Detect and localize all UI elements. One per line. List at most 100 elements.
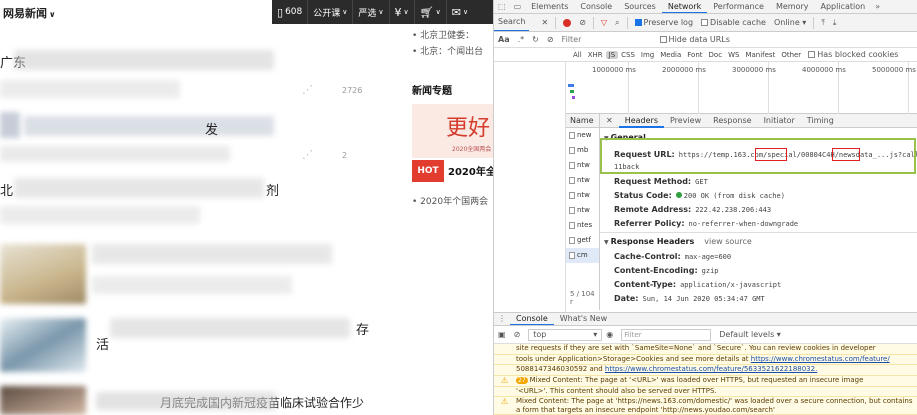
clear-console-icon[interactable]: ⊘ [510,330,525,339]
console-filter-field[interactable]: Filter [617,328,715,341]
more-tabs-icon[interactable]: » [871,0,884,13]
tab-sources[interactable]: Sources [618,0,662,13]
tab-initiator[interactable]: Initiator [758,114,801,128]
type-media[interactable]: Media [657,51,684,59]
tab-headers[interactable]: Headers [618,114,664,128]
throttle-select[interactable]: Online ▾ [770,18,810,27]
dotstar-icon[interactable]: .* [514,35,529,44]
tab-application[interactable]: Application [815,0,872,13]
request-row[interactable]: getf [566,233,599,248]
remote-address-value: 222.42.238.206:443 [695,206,772,214]
nav-item-app[interactable]: ▯ 608 [272,0,309,24]
news-item-title[interactable]: 剂 [266,180,279,199]
type-css[interactable]: CSS [618,51,638,59]
sidebar-toggle-icon[interactable]: ▣ [494,330,510,339]
download-icon[interactable]: ⤓ [829,18,841,28]
type-js[interactable]: JS [605,50,619,59]
console-warning: ⚠ Mixed Content: The page at 'https://new… [494,397,917,415]
refresh-icon[interactable]: ↻ [528,35,543,44]
request-row[interactable]: ntes [566,218,599,233]
type-manifest[interactable]: Manifest [742,51,778,59]
regex-toggle[interactable]: Aa [494,35,514,44]
topic-banner[interactable]: 更好 2020全国两会 [412,104,493,158]
hot-topic-title[interactable]: 2020年全 [448,163,493,178]
response-headers-toggle[interactable]: ▼ Response Headers view source [604,237,752,246]
news-item-title[interactable]: 北 [0,180,13,199]
tab-timing[interactable]: Timing [801,114,840,128]
context-select[interactable]: top ▾ [528,328,603,341]
search-tab-label: Search [498,17,526,26]
view-source-link[interactable]: view source [704,237,752,246]
nav-item-cart[interactable]: 🛒︎ ∨ [415,0,447,24]
console-filter-input[interactable]: Filter [621,328,712,341]
eye-icon[interactable]: ◉ [602,330,617,339]
drawer-tab-console[interactable]: Console [510,313,554,325]
type-ws[interactable]: WS [725,51,742,59]
tab-memory[interactable]: Memory [770,0,815,13]
checkbox-icon [808,51,816,58]
filter-field[interactable] [558,35,656,44]
request-row[interactable]: new [566,128,599,143]
sidebar-link[interactable]: • 北京：个闻出台 [412,44,483,57]
nav-item-mail[interactable]: ✉ ∨ [447,0,473,24]
tab-preview[interactable]: Preview [664,114,707,128]
hot-badge: HOT [412,160,444,182]
filter-icon[interactable]: ▽ [597,18,611,27]
filter-input[interactable] [561,35,652,44]
device-toolbar-icon[interactable]: ▭ [510,0,526,13]
request-url-value[interactable]: https://temp.163.com/special/00804C4H/ne… [679,151,917,159]
type-doc[interactable]: Doc [706,51,726,59]
nav-item-payment[interactable]: ¥ ∨ [390,0,415,24]
type-img[interactable]: Img [638,51,657,59]
drawer-tab-whats-new[interactable]: What's New [554,313,613,325]
request-row[interactable]: ntw [566,188,599,203]
console-message: '<URL>'. This content should also be ser… [494,387,917,397]
preserve-log-checkbox[interactable]: Preserve log [631,18,698,27]
share-icon[interactable]: ⋰ [302,83,313,96]
nav-item-yanxuan[interactable]: 严选 ∨ [353,0,390,24]
request-row[interactable]: ntw [566,203,599,218]
sidebar-link[interactable]: • 北京卫健委： [412,28,474,41]
blurred-text [92,244,332,264]
message-link[interactable]: https://www.chromestatus.com/feature/ [751,355,890,363]
levels-select[interactable]: Default levels ▾ [715,330,785,339]
tab-elements[interactable]: Elements [525,0,574,13]
drawer-menu-icon[interactable]: ⋮ [494,313,510,325]
type-font[interactable]: Font [684,51,705,59]
type-other[interactable]: Other [778,51,804,59]
share-icon[interactable]: ⋰ [302,148,313,161]
inspect-icon[interactable]: ⬚ [494,0,510,13]
clear-icon[interactable]: ⊘ [575,18,590,27]
request-url-row-continued: 11back [614,162,639,171]
request-row-selected[interactable]: cm [566,248,599,263]
search-icon[interactable]: ⌕ [611,18,623,28]
tab-response[interactable]: Response [707,114,757,128]
news-item-title[interactable]: 活 [96,334,109,353]
cancel-icon[interactable]: ⊘ [543,35,558,44]
news-brand[interactable]: 网易新闻 ∨ [3,5,56,21]
message-link[interactable]: https://www.chromestatus.com/feature/563… [605,365,817,373]
tab-network[interactable]: Network [661,0,708,13]
news-item-title[interactable]: 存 [356,319,369,338]
warning-icon: ⚠ [501,376,509,385]
type-all[interactable]: All [570,51,585,59]
request-row[interactable]: ntw [566,173,599,188]
search-tab[interactable]: Search [494,14,530,31]
type-xhr[interactable]: XHR [585,51,606,59]
tab-performance[interactable]: Performance [707,0,770,13]
close-detail-icon[interactable]: ✕ [600,114,619,128]
hide-data-urls-checkbox[interactable]: Hide data URLs [656,35,734,44]
disable-cache-checkbox[interactable]: Disable cache [697,18,770,27]
nav-item-open-course[interactable]: 公开课 ∨ [308,0,354,24]
sidebar-link[interactable]: • 2020年个国两会 [412,194,488,207]
blocked-cookies-checkbox[interactable]: Has blocked cookies [804,50,902,59]
remote-address-label: Remote Address: [614,205,692,214]
upload-icon[interactable]: ⤒ [817,18,829,28]
record-button[interactable] [559,18,575,27]
request-row[interactable]: ntw [566,158,599,173]
name-column-header[interactable]: Name [566,114,599,128]
tab-console[interactable]: Console [574,0,618,13]
close-icon[interactable]: ✕ [537,18,552,27]
news-item-title[interactable]: 发 [205,119,218,138]
request-row[interactable]: mb [566,143,599,158]
